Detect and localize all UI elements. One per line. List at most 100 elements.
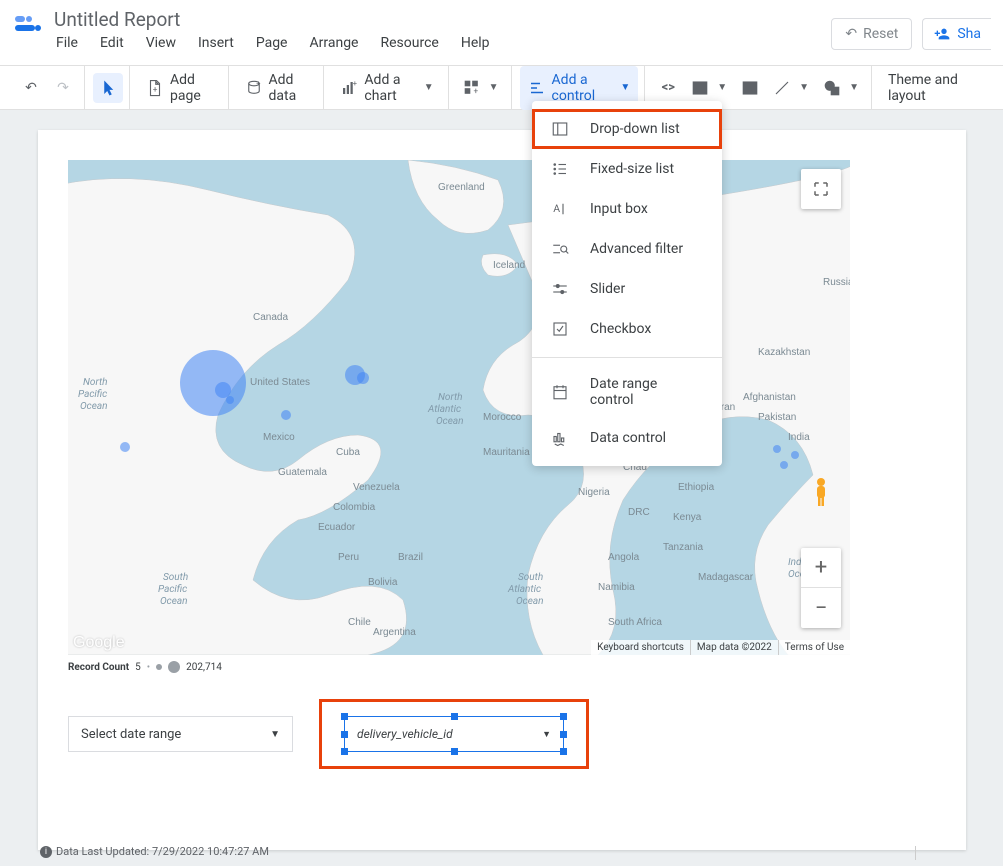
map-label: Greenland: [438, 182, 485, 193]
add-chart-button[interactable]: +Add a chart▼: [332, 66, 441, 110]
zoom-in-button[interactable]: +: [801, 548, 841, 588]
input-box-icon: A: [550, 199, 570, 219]
menu-edit[interactable]: Edit: [98, 33, 126, 53]
chevron-down-icon: ▼: [424, 82, 434, 93]
menu-help[interactable]: Help: [459, 33, 492, 53]
map-chart[interactable]: Greenland Iceland Canada United States M…: [68, 160, 850, 655]
map-label: Venezuela: [353, 482, 400, 493]
map-label: Mexico: [263, 432, 295, 443]
google-logo: Google: [73, 634, 125, 652]
menu-insert[interactable]: Insert: [196, 33, 236, 53]
control-option-dropdown-list[interactable]: Drop-down list: [532, 109, 722, 149]
menu-arrange[interactable]: Arrange: [308, 33, 361, 53]
legend-min: 5: [135, 662, 141, 673]
theme-layout-button[interactable]: Theme and layout: [880, 66, 987, 110]
map-label: Cuba: [336, 447, 360, 458]
map-label: Russia: [823, 277, 850, 288]
control-option-fixed-list[interactable]: Fixed-size list: [532, 149, 722, 189]
map-label: Madagascar: [698, 572, 754, 583]
report-page[interactable]: Greenland Iceland Canada United States M…: [38, 130, 966, 850]
map-data-label: Map data ©2022: [690, 640, 778, 655]
line-button[interactable]: ▼: [767, 73, 815, 103]
map-label: Kazakhstan: [758, 347, 810, 358]
calendar-icon: [550, 382, 570, 402]
map-label: DRC: [628, 507, 650, 518]
pegman-icon[interactable]: [801, 472, 841, 512]
add-page-button[interactable]: + Add page: [138, 66, 222, 110]
dropdown-control-selected[interactable]: delivery_vehicle_id ▼: [344, 716, 564, 752]
dropdown-field-label: delivery_vehicle_id: [357, 727, 453, 741]
url-embed-button[interactable]: <>: [653, 73, 683, 103]
dropdown-list-icon: [550, 119, 570, 139]
svg-text:A: A: [747, 84, 753, 94]
menu-view[interactable]: View: [144, 33, 178, 53]
info-icon: i: [40, 846, 52, 858]
reset-label: Reset: [863, 26, 898, 42]
map-label: South Africa: [608, 617, 662, 628]
add-control-dropdown: Drop-down list Fixed-size list A Input b…: [532, 101, 722, 466]
share-label: Sha: [957, 26, 981, 42]
advanced-filter-icon: [550, 239, 570, 259]
image-button[interactable]: ▼: [685, 73, 733, 103]
add-page-label: Add page: [170, 72, 214, 104]
menu-file[interactable]: File: [54, 33, 80, 53]
menu-page[interactable]: Page: [254, 33, 290, 53]
control-option-advanced-filter[interactable]: Advanced filter: [532, 229, 722, 269]
control-option-checkbox[interactable]: Checkbox: [532, 309, 722, 349]
community-viz-button[interactable]: +▼: [457, 73, 505, 103]
map-label: Chile: [348, 617, 371, 628]
slider-icon: [550, 279, 570, 299]
control-option-data-control[interactable]: Data control: [532, 418, 722, 458]
option-label: Slider: [590, 281, 625, 297]
option-label: Input box: [590, 201, 648, 217]
svg-text:NorthPacificOcean: NorthPacificOcean: [78, 377, 108, 412]
person-add-icon: [933, 26, 951, 42]
control-option-input-box[interactable]: A Input box: [532, 189, 722, 229]
zoom-out-button[interactable]: −: [801, 588, 841, 628]
svg-text:A: A: [553, 202, 560, 215]
map-label: Afghanistan: [743, 392, 796, 403]
shape-button[interactable]: ▼: [817, 73, 865, 103]
map-label: Nigeria: [578, 487, 610, 498]
chevron-down-icon: ▼: [799, 82, 809, 93]
option-label: Advanced filter: [590, 241, 683, 257]
redo-button[interactable]: ↷: [48, 73, 78, 103]
map-label: Bolivia: [368, 577, 398, 588]
share-button[interactable]: Sha: [922, 18, 991, 50]
terms-link[interactable]: Terms of Use: [778, 640, 850, 655]
date-range-label: Select date range: [81, 727, 181, 742]
map-label: United States: [250, 377, 310, 388]
add-data-button[interactable]: +Add data: [237, 66, 318, 110]
svg-text:+: +: [153, 84, 158, 94]
document-title[interactable]: Untitled Report: [54, 4, 831, 33]
chevron-down-icon: ▼: [849, 82, 859, 93]
map-legend: Record Count 5 • 202,714: [68, 661, 936, 673]
kb-shortcuts-link[interactable]: Keyboard shortcuts: [591, 640, 690, 655]
add-chart-label: Add a chart: [364, 72, 415, 104]
menu-resource[interactable]: Resource: [378, 33, 440, 53]
reset-button[interactable]: ↶ Reset: [831, 18, 912, 50]
option-label: Drop-down list: [590, 121, 680, 137]
app-logo[interactable]: [12, 10, 44, 42]
highlight-annotation: delivery_vehicle_id ▼: [319, 699, 589, 769]
map-label: Ethiopia: [678, 482, 715, 493]
legend-max: 202,714: [186, 662, 222, 673]
map-label: Kenya: [673, 512, 702, 523]
date-range-control[interactable]: Select date range ▼: [68, 716, 293, 752]
theme-label: Theme and layout: [888, 72, 979, 104]
control-option-slider[interactable]: Slider: [532, 269, 722, 309]
svg-text:+: +: [256, 79, 260, 88]
data-updated-footer: i Data Last Updated: 7/29/2022 10:47:27 …: [40, 845, 269, 858]
undo-button[interactable]: ↶: [16, 73, 46, 103]
chevron-down-icon: ▼: [717, 82, 727, 93]
chevron-down-icon: ▼: [270, 729, 280, 740]
text-button[interactable]: A: [735, 73, 765, 103]
fullscreen-button[interactable]: [801, 169, 841, 209]
data-control-icon: [550, 428, 570, 448]
map-label: Ecuador: [318, 522, 356, 533]
zoom-controls: + −: [801, 548, 841, 628]
selection-tool[interactable]: [93, 73, 123, 103]
control-option-date-range[interactable]: Date range control: [532, 366, 722, 418]
canvas[interactable]: Greenland Iceland Canada United States M…: [0, 110, 1003, 866]
map-label: Tanzania: [663, 542, 703, 553]
